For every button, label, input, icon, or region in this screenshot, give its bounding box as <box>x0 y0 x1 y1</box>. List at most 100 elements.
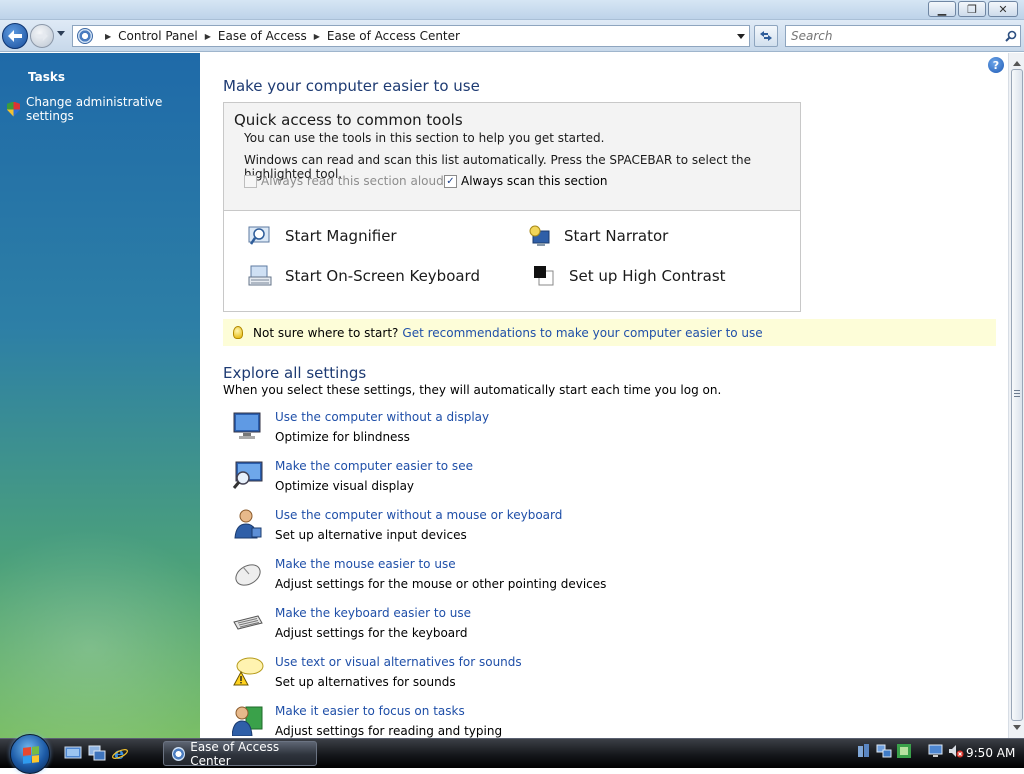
setting-description: Optimize for blindness <box>275 430 410 444</box>
tasks-heading: Tasks <box>28 70 66 84</box>
magnify-monitor-icon <box>232 461 263 489</box>
control-panel-icon <box>172 746 186 761</box>
onscreen-keyboard-icon <box>248 265 272 286</box>
setting-description: Adjust settings for reading and typing <box>275 724 503 738</box>
scan-label[interactable]: Always scan this section <box>461 174 607 188</box>
setting-description: Set up alternatives for sounds <box>275 675 456 689</box>
navigation-bar: ▶ Control Panel ▶ Ease of Access ▶ Ease … <box>0 20 1024 52</box>
lightbulb-icon <box>233 326 243 339</box>
setting-link[interactable]: Use the computer without a mouse or keyb… <box>275 508 562 522</box>
read-aloud-checkbox[interactable] <box>244 174 257 188</box>
control-panel-icon <box>77 28 93 44</box>
system-tray <box>856 743 964 759</box>
scroll-up-arrow-icon[interactable] <box>1013 61 1021 66</box>
address-bar[interactable]: ▶ Control Panel ▶ Ease of Access ▶ Ease … <box>72 25 750 47</box>
high-contrast-icon <box>534 266 554 286</box>
quick-access-header: Quick access to common tools You can use… <box>224 103 800 211</box>
get-recommendations-link[interactable]: Get recommendations to make your compute… <box>402 326 762 340</box>
address-dropdown-icon[interactable] <box>737 34 745 39</box>
clock[interactable]: 9:50 AM <box>966 746 1015 760</box>
quick-access-panel: Quick access to common tools You can use… <box>223 102 801 312</box>
start-narrator-tool[interactable]: Start Narrator <box>527 225 668 247</box>
set-up-high-contrast-tool[interactable]: Set up High Contrast <box>532 265 726 287</box>
back-arrow-icon <box>8 30 22 42</box>
minimize-button[interactable]: ▁ <box>928 1 956 17</box>
setting-link[interactable]: Use the computer without a display <box>275 410 489 424</box>
setting-link[interactable]: Make the mouse easier to use <box>275 557 456 571</box>
quick-access-line-1: You can use the tools in this section to… <box>244 131 605 145</box>
windows-logo-icon <box>23 746 39 764</box>
read-aloud-option: Always read this section aloud <box>244 174 444 188</box>
setting-description: Set up alternative input devices <box>275 528 467 542</box>
search-icon[interactable] <box>1002 30 1020 42</box>
start-button[interactable] <box>10 734 50 774</box>
breadcrumb-separator-icon[interactable]: ▶ <box>314 32 320 41</box>
scrollbar-thumb[interactable] <box>1011 69 1023 721</box>
recommendation-tip-bar: Not sure where to start? Get recommendat… <box>223 319 996 346</box>
keyboard-icon <box>233 615 263 630</box>
setting-link[interactable]: Make it easier to focus on tasks <box>275 704 465 718</box>
user-icon <box>234 509 262 539</box>
quick-access-title: Quick access to common tools <box>234 111 463 129</box>
start-on-screen-keyboard-tool[interactable]: Start On-Screen Keyboard <box>248 265 480 287</box>
explore-all-settings-heading: Explore all settings <box>223 364 367 382</box>
search-input[interactable] <box>786 28 1002 44</box>
task-label[interactable]: Change administrative settings <box>26 95 200 123</box>
speech-bubble-warning-icon <box>233 657 264 686</box>
explore-subtitle: When you select these settings, they wil… <box>223 383 722 397</box>
setting-link[interactable]: Use text or visual alternatives for soun… <box>275 655 522 669</box>
forward-button[interactable] <box>30 24 54 48</box>
maximize-button[interactable]: ❐ <box>958 1 986 17</box>
narrator-icon <box>529 225 550 246</box>
vertical-scrollbar[interactable] <box>1008 53 1024 738</box>
scroll-grip-icon <box>1014 390 1020 397</box>
accessibility-icon[interactable] <box>896 743 912 759</box>
set-up-high-contrast-label[interactable]: Set up High Contrast <box>569 267 726 285</box>
breadcrumb-ease-of-access-center[interactable]: Ease of Access Center <box>327 29 460 43</box>
setting-description: Adjust settings for the mouse or other p… <box>275 577 607 591</box>
main-content: ? Make your computer easier to use Quick… <box>200 53 1008 738</box>
breadcrumb-separator-icon[interactable]: ▶ <box>105 32 111 41</box>
help-icon[interactable]: ? <box>988 57 1004 73</box>
uac-shield-icon <box>7 101 20 117</box>
internet-explorer-icon[interactable]: e <box>111 745 129 761</box>
close-button[interactable]: ✕ <box>988 1 1018 17</box>
window-controls: ▁ ❐ ✕ <box>928 1 1018 17</box>
tip-text: Not sure where to start? <box>253 325 399 340</box>
taskbar-button-ease-of-access-center[interactable]: Ease of Access Center <box>163 739 317 768</box>
setting-link[interactable]: Make the keyboard easier to use <box>275 606 471 620</box>
setting-link[interactable]: Make the computer easier to see <box>275 459 473 473</box>
start-magnifier-tool[interactable]: Start Magnifier <box>248 225 397 247</box>
breadcrumb-ease-of-access[interactable]: Ease of Access <box>218 29 307 43</box>
start-narrator-label[interactable]: Start Narrator <box>564 227 668 245</box>
scan-option: ✓ Always scan this section <box>444 174 607 188</box>
setting-description: Adjust settings for the keyboard <box>275 626 468 640</box>
network-icon[interactable] <box>876 743 892 759</box>
mouse-icon <box>235 564 261 586</box>
switch-windows-icon[interactable] <box>88 745 106 761</box>
breadcrumb-control-panel[interactable]: Control Panel <box>118 29 198 43</box>
recent-pages-dropdown[interactable] <box>57 31 65 36</box>
start-magnifier-label[interactable]: Start Magnifier <box>285 227 397 245</box>
sync-icon[interactable] <box>856 743 872 759</box>
setting-description: Optimize visual display <box>275 479 415 493</box>
back-button[interactable] <box>2 23 28 49</box>
show-desktop-icon[interactable] <box>64 745 82 761</box>
taskbar-button-label: Ease of Access Center <box>190 739 280 768</box>
refresh-icon <box>760 31 772 41</box>
monitor-icon <box>233 412 261 439</box>
scan-checkbox[interactable]: ✓ <box>444 174 457 188</box>
user-focus-icon <box>232 706 263 736</box>
start-on-screen-keyboard-label[interactable]: Start On-Screen Keyboard <box>285 267 480 285</box>
taskbar: e Ease of Access Center 9:50 AM <box>0 734 1024 774</box>
monitor-tray-icon[interactable] <box>928 743 944 759</box>
title-bar: ▁ ❐ ✕ <box>0 0 1024 20</box>
volume-muted-icon[interactable] <box>948 743 964 759</box>
magnifier-icon <box>248 226 270 245</box>
scroll-down-arrow-icon[interactable] <box>1013 725 1021 730</box>
search-box[interactable] <box>785 25 1021 47</box>
breadcrumb-separator-icon[interactable]: ▶ <box>205 32 211 41</box>
task-change-administrative-settings[interactable]: Change administrative settings <box>7 95 200 123</box>
task-pane: Tasks Change administrative settings <box>0 53 200 738</box>
refresh-button[interactable] <box>754 25 778 47</box>
